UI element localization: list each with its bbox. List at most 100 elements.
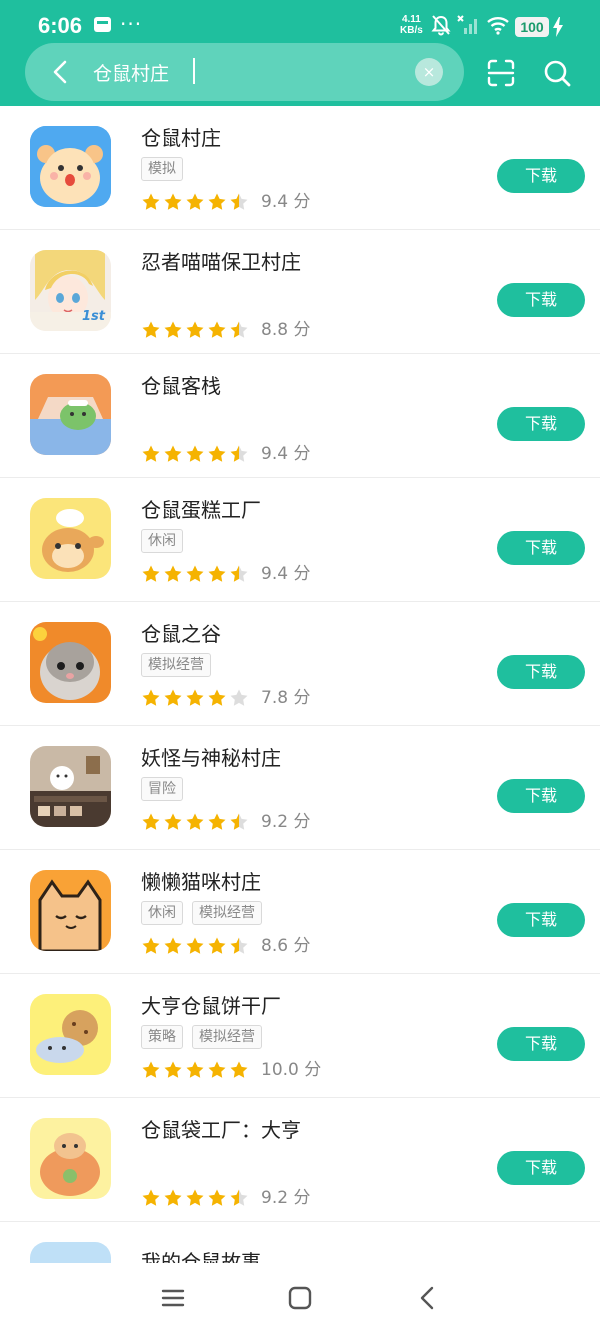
category-tag: 模拟经营 <box>141 653 211 677</box>
scan-icon[interactable] <box>486 58 516 88</box>
download-button[interactable]: 下载 <box>497 779 585 813</box>
category-tag: 模拟经营 <box>192 901 262 925</box>
star-rating <box>141 1060 251 1079</box>
top-bar: 6:06 ··· 4.11 KB/s 100 仓鼠村庄 × <box>0 0 600 106</box>
cellular-signal-icon <box>457 15 477 34</box>
lazy-cat-artwork <box>30 870 111 951</box>
hamster-bag-icon[interactable] <box>30 1118 111 1199</box>
score-value: 9.4 分 <box>261 444 311 464</box>
star-icon <box>208 445 226 462</box>
star-icon <box>186 445 204 462</box>
star-icon <box>142 937 160 954</box>
star-icon <box>142 813 160 830</box>
lucky-cat-icon[interactable] <box>30 746 111 827</box>
rating: 7.8 分 <box>141 688 310 708</box>
hamster-inn-icon[interactable] <box>30 374 111 455</box>
menu-nav-icon[interactable] <box>158 1283 188 1313</box>
download-button[interactable]: 下载 <box>497 1151 585 1185</box>
search-icon[interactable] <box>542 58 572 88</box>
rating: 9.2 分 <box>141 812 310 832</box>
star-icon <box>208 813 226 830</box>
list-item[interactable]: 我的仓鼠故事 <box>0 1222 600 1263</box>
network-speed-value: 4.11 <box>401 14 421 25</box>
download-button[interactable]: 下载 <box>497 1027 585 1061</box>
back-arrow-icon[interactable] <box>45 56 77 88</box>
app-name: 妖怪与神秘村庄 <box>141 746 281 770</box>
download-button[interactable]: 下载 <box>497 903 585 937</box>
list-item[interactable]: 大亨仓鼠饼干厂 策略 模拟经营 10.0 分 下载 <box>0 974 600 1098</box>
hamster-village-icon[interactable] <box>30 126 111 207</box>
score-value: 10.0 分 <box>261 1060 322 1080</box>
star-icon <box>230 193 248 210</box>
star-icon <box>208 565 226 582</box>
tag-list: 模拟 <box>141 157 192 181</box>
rating: 9.4 分 <box>141 192 310 212</box>
lazy-cat-icon[interactable] <box>30 870 111 951</box>
category-tag: 模拟 <box>141 157 183 181</box>
hamster-story-icon[interactable] <box>30 1242 111 1263</box>
home-nav-icon[interactable] <box>285 1283 315 1313</box>
system-navigation-bar <box>0 1263 600 1333</box>
star-rating <box>141 936 251 955</box>
list-item[interactable]: 仓鼠蛋糕工厂 休闲 9.4 分 下载 <box>0 478 600 602</box>
tag-list: 休闲 模拟经营 <box>141 901 271 925</box>
score-value: 9.4 分 <box>261 192 311 212</box>
hamster-valley-artwork <box>30 622 111 703</box>
status-bar: 6:06 ··· 4.11 KB/s 100 <box>0 0 600 48</box>
score-value: 9.4 分 <box>261 564 311 584</box>
list-item[interactable]: 仓鼠村庄 模拟 9.4 分 下载 <box>0 106 600 230</box>
lucky-cat-artwork <box>30 746 111 827</box>
rating: 9.4 分 <box>141 564 310 584</box>
hamster-chef-icon[interactable] <box>30 498 111 579</box>
star-icon <box>230 1061 248 1078</box>
download-button[interactable]: 下载 <box>497 283 585 317</box>
star-icon <box>208 1061 226 1078</box>
star-icon <box>164 565 182 582</box>
star-icon <box>230 1189 248 1206</box>
star-rating <box>141 192 251 211</box>
star-icon <box>142 193 160 210</box>
hamster-cookie-icon[interactable] <box>30 994 111 1075</box>
app-name: 懒懒猫咪村庄 <box>141 870 261 894</box>
text-caret <box>193 58 195 84</box>
download-button[interactable]: 下载 <box>497 655 585 689</box>
star-rating <box>141 688 251 707</box>
list-item[interactable]: 懒懒猫咪村庄 休闲 模拟经营 8.6 分 下载 <box>0 850 600 974</box>
download-button[interactable]: 下载 <box>497 407 585 441</box>
star-icon <box>186 937 204 954</box>
muted-bell-icon <box>431 15 451 36</box>
search-results-list[interactable]: 仓鼠村庄 模拟 9.4 分 下载 1st 忍者喵喵保卫村庄 8.8 分 下载 仓… <box>0 106 600 1263</box>
list-item[interactable]: 仓鼠客栈 9.4 分 下载 <box>0 354 600 478</box>
category-tag: 模拟经营 <box>192 1025 262 1049</box>
download-button[interactable]: 下载 <box>497 531 585 565</box>
star-icon <box>142 689 160 706</box>
star-rating <box>141 812 251 831</box>
list-item[interactable]: 妖怪与神秘村庄 冒险 9.2 分 下载 <box>0 726 600 850</box>
network-speed: 4.11 KB/s <box>400 14 423 36</box>
search-input[interactable]: 仓鼠村庄 <box>93 59 169 86</box>
category-tag: 休闲 <box>141 529 183 553</box>
star-icon <box>186 321 204 338</box>
anniversary-badge-text: 1st <box>82 309 106 324</box>
star-icon <box>230 689 248 706</box>
clear-search-button[interactable]: × <box>415 58 443 86</box>
download-button[interactable]: 下载 <box>497 159 585 193</box>
star-icon <box>208 1189 226 1206</box>
search-bar[interactable]: 仓鼠村庄 × <box>25 43 464 101</box>
star-rating <box>141 320 251 339</box>
star-icon <box>164 1189 182 1206</box>
app-name: 仓鼠蛋糕工厂 <box>141 498 261 522</box>
back-nav-icon[interactable] <box>413 1283 443 1313</box>
wifi-icon <box>487 17 509 35</box>
list-item[interactable]: 仓鼠袋工厂：大亨 9.2 分 下载 <box>0 1098 600 1222</box>
score-value: 9.2 分 <box>261 812 311 832</box>
tag-list: 模拟经营 <box>141 653 220 677</box>
star-icon <box>164 445 182 462</box>
list-item[interactable]: 1st 忍者喵喵保卫村庄 8.8 分 下载 <box>0 230 600 354</box>
anime-girl-icon[interactable]: 1st <box>30 250 111 331</box>
list-item[interactable]: 仓鼠之谷 模拟经营 7.8 分 下载 <box>0 602 600 726</box>
hamster-chef-artwork <box>30 498 111 579</box>
star-icon <box>186 565 204 582</box>
star-icon <box>142 321 160 338</box>
hamster-valley-icon[interactable] <box>30 622 111 703</box>
